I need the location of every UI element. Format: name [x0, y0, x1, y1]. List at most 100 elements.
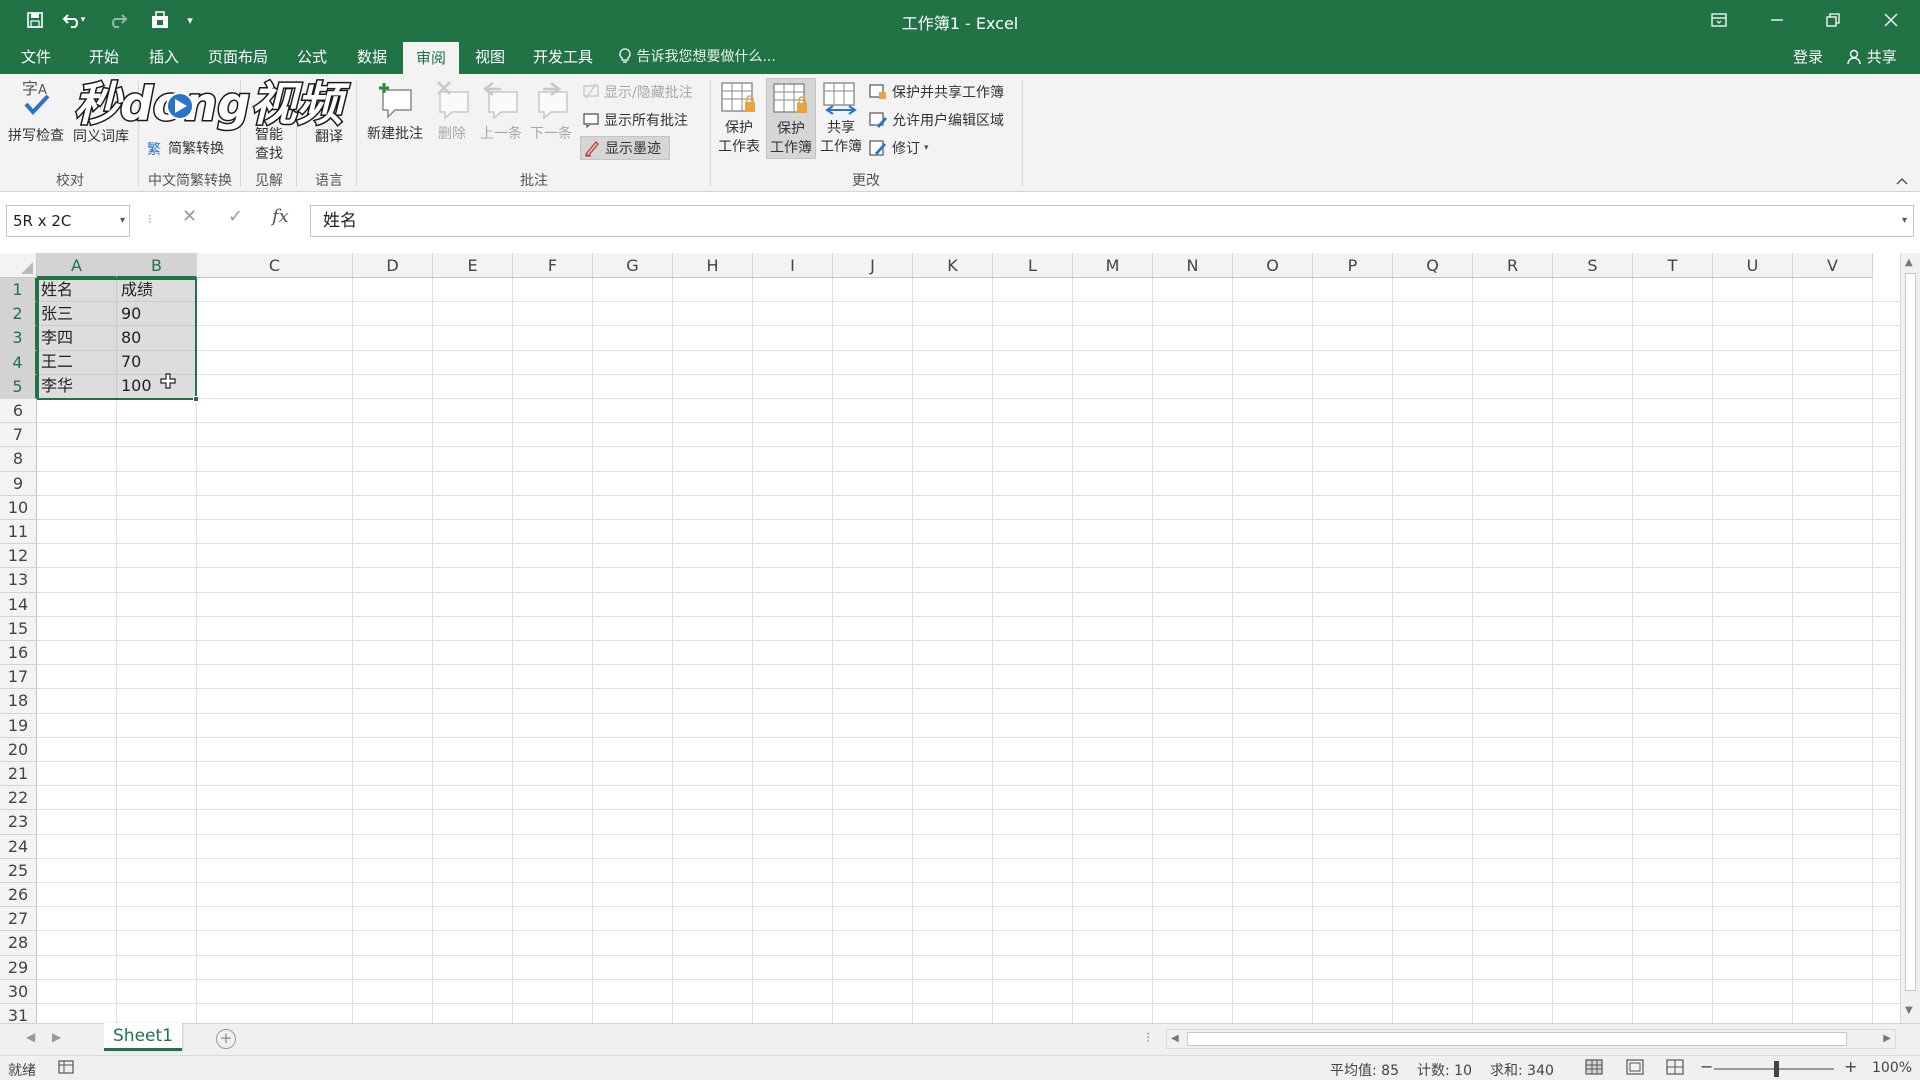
column-header-f[interactable]: F — [513, 253, 593, 278]
share-button[interactable]: 共享 — [1838, 44, 1905, 70]
cell-b4[interactable]: 70 — [117, 350, 141, 374]
column-header-t[interactable]: T — [1633, 253, 1713, 278]
page-layout-view-icon[interactable] — [1626, 1059, 1644, 1079]
scroll-left-icon[interactable]: ◀ — [1171, 1033, 1179, 1044]
row-header-27[interactable]: 27 — [0, 907, 37, 932]
column-header-p[interactable]: P — [1313, 253, 1393, 278]
column-header-b[interactable]: B — [117, 253, 197, 278]
row-header-19[interactable]: 19 — [0, 713, 37, 738]
formula-input[interactable]: 姓名 ▾ — [310, 205, 1914, 237]
row-header-3[interactable]: 3 — [0, 326, 37, 351]
expand-formula-bar-icon[interactable]: ▾ — [1902, 206, 1907, 236]
horizontal-scroll-thumb[interactable] — [1187, 1032, 1847, 1046]
track-changes-button[interactable]: 修订 ▾ — [868, 136, 929, 160]
tab-review[interactable]: 审阅 — [403, 40, 459, 74]
row-header-9[interactable]: 9 — [0, 471, 37, 496]
allow-edit-ranges-button[interactable]: 允许用户编辑区域 — [868, 108, 1004, 132]
page-break-view-icon[interactable] — [1666, 1059, 1684, 1079]
column-header-g[interactable]: G — [593, 253, 673, 278]
tab-page-layout[interactable]: 页面布局 — [198, 40, 278, 74]
sign-in-link[interactable]: 登录 — [1793, 40, 1823, 74]
close-icon[interactable] — [1868, 6, 1914, 34]
row-header-6[interactable]: 6 — [0, 399, 37, 424]
spelling-button[interactable]: 字A 拼写检查 — [4, 78, 68, 145]
macro-record-icon[interactable] — [58, 1059, 74, 1079]
row-header-29[interactable]: 29 — [0, 955, 37, 980]
column-header-l[interactable]: L — [993, 253, 1073, 278]
column-header-i[interactable]: I — [753, 253, 833, 278]
normal-view-icon[interactable] — [1585, 1059, 1603, 1079]
cell-b2[interactable]: 90 — [117, 302, 141, 326]
column-header-c[interactable]: C — [197, 253, 353, 278]
column-header-d[interactable]: D — [353, 253, 433, 278]
row-header-1[interactable]: 1 — [0, 278, 37, 303]
vertical-scroll-thumb[interactable] — [1905, 273, 1916, 991]
column-header-n[interactable]: N — [1153, 253, 1233, 278]
row-header-23[interactable]: 23 — [0, 810, 37, 835]
column-header-u[interactable]: U — [1713, 253, 1793, 278]
new-sheet-icon[interactable]: + — [216, 1029, 236, 1049]
collapse-ribbon-icon[interactable] — [1896, 174, 1908, 188]
previous-comment-button[interactable]: 上一条 — [476, 80, 526, 143]
horizontal-scrollbar[interactable]: ◀ ▶ — [1166, 1029, 1896, 1049]
delete-comment-button[interactable]: 删除 — [430, 80, 474, 143]
row-header-8[interactable]: 8 — [0, 447, 37, 472]
row-header-16[interactable]: 16 — [0, 641, 37, 666]
column-header-e[interactable]: E — [433, 253, 513, 278]
column-header-r[interactable]: R — [1473, 253, 1553, 278]
ribbon-display-options-icon[interactable] — [1696, 6, 1742, 34]
vertical-scrollbar[interactable]: ▲ ▼ — [1900, 253, 1920, 1023]
row-header-26[interactable]: 26 — [0, 883, 37, 908]
tab-data[interactable]: 数据 — [346, 40, 398, 74]
row-header-2[interactable]: 2 — [0, 302, 37, 327]
row-header-5[interactable]: 5 — [0, 374, 37, 399]
row-header-21[interactable]: 21 — [0, 762, 37, 787]
cell-b3[interactable]: 80 — [117, 326, 141, 350]
row-header-24[interactable]: 24 — [0, 834, 37, 859]
column-header-o[interactable]: O — [1233, 253, 1313, 278]
name-box-dropdown-icon[interactable]: ▾ — [120, 206, 125, 236]
sheet-tab-sheet1[interactable]: Sheet1 — [104, 1023, 182, 1051]
protect-share-workbook-button[interactable]: 保护并共享工作簿 — [868, 80, 1004, 104]
tab-formulas[interactable]: 公式 — [286, 40, 338, 74]
row-header-20[interactable]: 20 — [0, 737, 37, 762]
row-header-17[interactable]: 17 — [0, 665, 37, 690]
show-hide-comment-button[interactable]: 显示/隐藏批注 — [582, 80, 693, 104]
next-comment-button[interactable]: 下一条 — [526, 80, 576, 143]
tab-home[interactable]: 开始 — [78, 40, 130, 74]
track-changes-dropdown-icon[interactable]: ▾ — [924, 143, 929, 153]
row-header-31[interactable]: 31 — [0, 1004, 37, 1023]
tab-insert[interactable]: 插入 — [138, 40, 190, 74]
row-header-30[interactable]: 30 — [0, 979, 37, 1004]
row-header-11[interactable]: 11 — [0, 520, 37, 545]
enter-icon[interactable]: ✓ — [228, 206, 243, 227]
insert-function-icon[interactable]: fx — [272, 206, 289, 227]
tab-file[interactable]: 文件 — [8, 40, 64, 74]
row-header-4[interactable]: 4 — [0, 350, 37, 375]
protect-sheet-button[interactable]: 保护 工作表 — [714, 80, 764, 157]
cell-b1[interactable]: 成绩 — [117, 278, 153, 302]
zoom-slider-knob[interactable] — [1774, 1061, 1779, 1077]
row-header-13[interactable]: 13 — [0, 568, 37, 593]
tell-me-search[interactable]: 告诉我您想要做什么... — [618, 40, 776, 74]
row-header-22[interactable]: 22 — [0, 786, 37, 811]
column-header-m[interactable]: M — [1073, 253, 1153, 278]
row-header-12[interactable]: 12 — [0, 544, 37, 569]
fill-handle[interactable] — [193, 396, 199, 402]
row-header-15[interactable]: 15 — [0, 616, 37, 641]
cell-a3[interactable]: 李四 — [37, 326, 73, 350]
row-header-10[interactable]: 10 — [0, 495, 37, 520]
row-header-7[interactable]: 7 — [0, 423, 37, 448]
prev-sheet-icon[interactable]: ◀ — [26, 1030, 35, 1044]
next-sheet-icon[interactable]: ▶ — [52, 1030, 61, 1044]
zoom-out-icon[interactable]: − — [1700, 1057, 1713, 1076]
cell-a2[interactable]: 张三 — [37, 302, 73, 326]
restore-icon[interactable] — [1810, 6, 1856, 34]
new-comment-button[interactable]: 新建批注 — [362, 80, 428, 143]
row-header-18[interactable]: 18 — [0, 689, 37, 714]
row-header-25[interactable]: 25 — [0, 858, 37, 883]
row-header-14[interactable]: 14 — [0, 592, 37, 617]
cell-a1[interactable]: 姓名 — [37, 278, 73, 302]
tab-view[interactable]: 视图 — [464, 40, 516, 74]
scroll-up-icon[interactable]: ▲ — [1905, 257, 1913, 268]
